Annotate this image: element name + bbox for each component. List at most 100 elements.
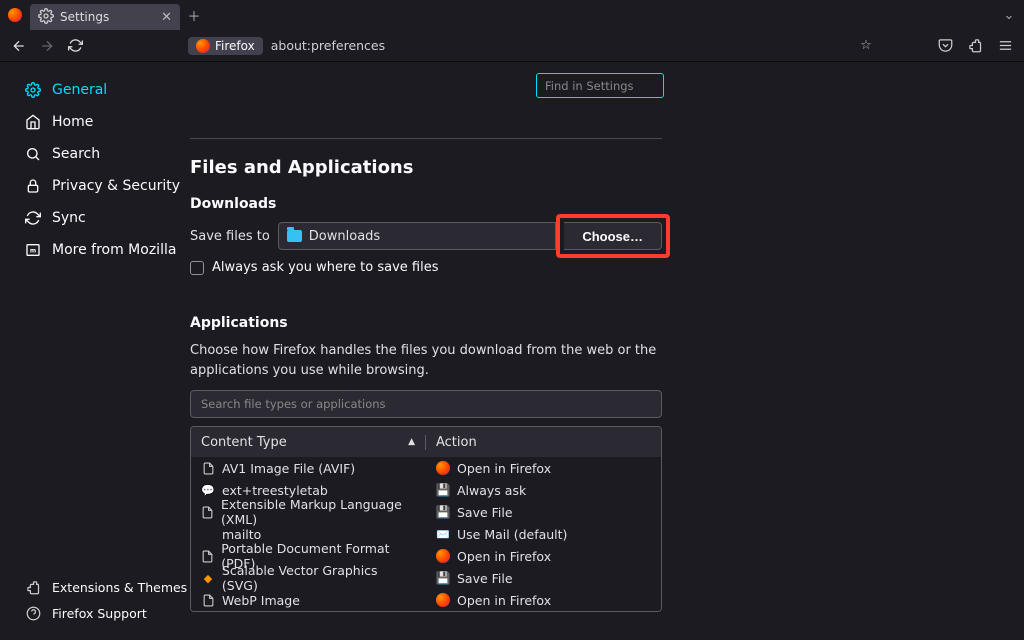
- section-title: Files and Applications: [190, 157, 662, 178]
- sidebar-firefox-support[interactable]: Firefox Support: [18, 600, 190, 626]
- applications-heading: Applications: [190, 315, 662, 331]
- pocket-icon[interactable]: [932, 33, 958, 59]
- save-files-row: Save files to Downloads Choose…: [190, 222, 662, 250]
- sidebar-item-general[interactable]: General: [18, 74, 190, 106]
- new-tab-button[interactable]: ＋: [180, 0, 208, 30]
- sidebar-item-label: Firefox Support: [52, 606, 147, 621]
- back-button[interactable]: [6, 33, 32, 59]
- cell-action: 💾 Always ask: [426, 483, 536, 498]
- action-text: Open in Firefox: [457, 549, 551, 564]
- cell-content-type: mailto: [191, 527, 426, 542]
- tab-settings[interactable]: Settings ✕: [30, 4, 180, 30]
- sort-asc-icon: ▲: [408, 437, 415, 447]
- gear-icon: [24, 81, 42, 99]
- column-content-type[interactable]: Content Type ▲: [191, 435, 426, 450]
- search-placeholder: Find in Settings: [545, 79, 634, 93]
- sidebar-item-more[interactable]: m More from Mozilla: [18, 234, 190, 266]
- content-type-text: AV1 Image File (AVIF): [222, 461, 355, 476]
- action-text: Open in Firefox: [457, 461, 551, 476]
- table-row[interactable]: Extensible Markup Language (XML)💾Save Fi…: [191, 501, 661, 523]
- app-menu-icon[interactable]: [992, 33, 1018, 59]
- always-ask-checkbox[interactable]: [190, 261, 204, 275]
- sidebar-item-search[interactable]: Search: [18, 138, 190, 170]
- action-icon: 💾: [436, 505, 450, 519]
- sidebar-item-sync[interactable]: Sync: [18, 202, 190, 234]
- identity-badge[interactable]: Firefox: [188, 37, 263, 55]
- table-row[interactable]: ◆Scalable Vector Graphics (SVG)💾Save Fil…: [191, 567, 661, 589]
- sidebar-item-home[interactable]: Home: [18, 106, 190, 138]
- sync-icon: [24, 209, 42, 227]
- close-tab-icon[interactable]: ✕: [161, 10, 172, 25]
- content-type-text: WebP Image: [222, 593, 300, 608]
- sidebar-item-privacy[interactable]: Privacy & Security: [18, 170, 190, 202]
- content-type-text: Scalable Vector Graphics (SVG): [222, 563, 416, 593]
- action-icon: [436, 461, 450, 475]
- cell-content-type: 💬 ext+treestyletab: [191, 483, 426, 498]
- reload-button[interactable]: [62, 33, 88, 59]
- forward-button[interactable]: [34, 33, 60, 59]
- action-icon: 💾: [436, 483, 450, 497]
- firefox-logo-icon: [0, 0, 30, 30]
- filetype-icon: [201, 505, 214, 519]
- sidebar-item-label: Privacy & Security: [52, 178, 180, 194]
- lock-icon: [24, 177, 42, 195]
- svg-text:m: m: [30, 248, 36, 255]
- filetype-icon: 💬: [201, 483, 215, 497]
- applications-table: Content Type ▲ Action AV1 Image File (AV…: [190, 426, 662, 612]
- puzzle-icon: [24, 578, 42, 596]
- tab-title: Settings: [60, 10, 109, 24]
- firefox-badge-icon: [196, 39, 210, 53]
- always-ask-row[interactable]: Always ask you where to save files: [190, 260, 662, 275]
- sidebar-item-label: Extensions & Themes: [52, 580, 187, 595]
- content-type-text: mailto: [222, 527, 261, 542]
- sidebar-item-label: General: [52, 82, 107, 98]
- cell-action: Open in Firefox: [426, 593, 561, 608]
- applications-search-placeholder: Search file types or applications: [201, 397, 386, 411]
- action-text: Save File: [457, 571, 513, 586]
- settings-main: Find in Settings Files and Applications …: [190, 62, 1024, 640]
- search-icon: [24, 145, 42, 163]
- find-in-settings-input[interactable]: Find in Settings: [536, 73, 664, 98]
- url-bar[interactable]: Firefox about:preferences ☆: [188, 33, 878, 59]
- downloads-heading: Downloads: [190, 196, 662, 212]
- settings-sidebar: General Home Search Privacy & Security S…: [0, 62, 190, 640]
- sidebar-extensions-themes[interactable]: Extensions & Themes: [18, 574, 190, 600]
- action-text: Save File: [457, 505, 513, 520]
- gear-icon: [38, 8, 54, 27]
- download-path-text: Downloads: [309, 229, 380, 244]
- always-ask-label: Always ask you where to save files: [212, 260, 439, 275]
- content-type-text: ext+treestyletab: [222, 483, 328, 498]
- action-icon: 💾: [436, 571, 450, 585]
- column-action[interactable]: Action: [426, 435, 487, 450]
- filetype-icon: [201, 549, 214, 563]
- column-label: Action: [436, 435, 477, 450]
- filetype-icon: [201, 527, 215, 541]
- filetype-icon: [201, 593, 215, 607]
- list-tabs-button[interactable]: ⌄: [994, 0, 1024, 30]
- download-path-field[interactable]: Downloads: [278, 222, 557, 250]
- toolbar: Firefox about:preferences ☆: [0, 30, 1024, 62]
- mozilla-icon: m: [24, 241, 42, 259]
- table-row[interactable]: WebP Image Open in Firefox: [191, 589, 661, 611]
- choose-download-folder-button[interactable]: Choose…: [564, 222, 662, 250]
- table-row[interactable]: AV1 Image File (AVIF) Open in Firefox: [191, 457, 661, 479]
- bookmark-star-icon[interactable]: ☆: [854, 38, 878, 53]
- applications-description: Choose how Firefox handles the files you…: [190, 341, 662, 380]
- save-files-label: Save files to: [190, 229, 270, 244]
- action-icon: ✉️: [436, 527, 450, 541]
- table-header: Content Type ▲ Action: [191, 427, 661, 457]
- cell-action: ✉️Use Mail (default): [426, 527, 577, 542]
- cell-content-type: ◆ Scalable Vector Graphics (SVG): [191, 563, 426, 593]
- filetype-icon: ◆: [201, 571, 215, 585]
- cell-action: Open in Firefox: [426, 549, 561, 564]
- titlebar: Settings ✕ ＋ ⌄: [0, 0, 1024, 30]
- extensions-icon[interactable]: [962, 33, 988, 59]
- action-text: Open in Firefox: [457, 593, 551, 608]
- content-type-text: Extensible Markup Language (XML): [221, 497, 416, 527]
- home-icon: [24, 113, 42, 131]
- cell-content-type: Extensible Markup Language (XML): [191, 497, 426, 527]
- action-text: Always ask: [457, 483, 526, 498]
- sidebar-item-label: More from Mozilla: [52, 242, 176, 258]
- applications-search-input[interactable]: Search file types or applications: [190, 390, 662, 418]
- cell-content-type: WebP Image: [191, 593, 426, 608]
